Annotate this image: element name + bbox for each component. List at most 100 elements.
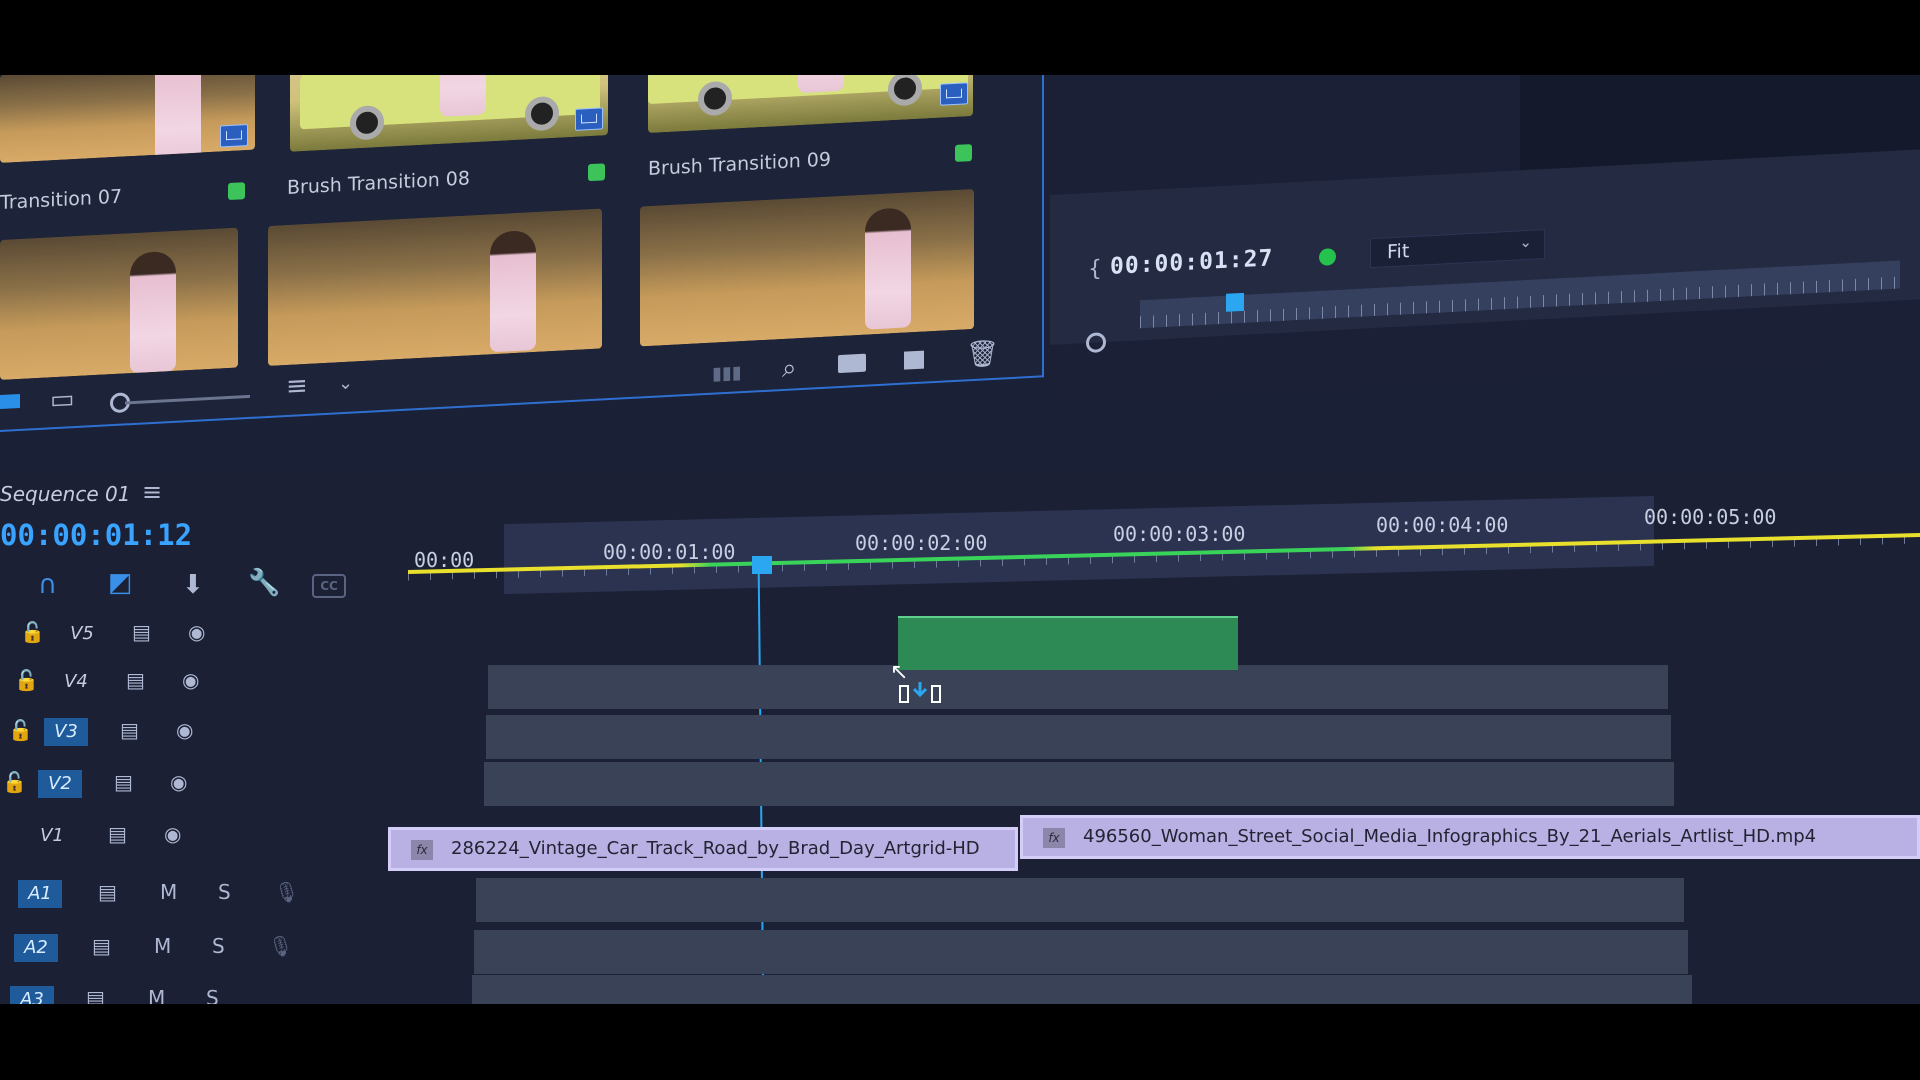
- track-label[interactable]: A1: [18, 880, 62, 908]
- sync-lock-icon[interactable]: ▤: [86, 986, 105, 1004]
- fit-zoom-value: Fit: [1387, 240, 1410, 264]
- fx-badge-icon[interactable]: fx: [411, 840, 433, 860]
- solo-button[interactable]: S: [218, 880, 231, 904]
- time-ruler[interactable]: 00:00 00:00:01:00 00:00:02:00 00:00:03:0…: [408, 470, 1920, 595]
- sync-lock-icon[interactable]: ▤: [108, 822, 127, 846]
- program-monitor: { 00:00:01:27 Fit ⌄: [1050, 75, 1920, 405]
- snap-magnet-icon[interactable]: ∩: [38, 570, 57, 600]
- person-figure: [490, 229, 536, 353]
- track-area-v2[interactable]: [484, 762, 1674, 806]
- letterbox-bottom: [0, 1004, 1920, 1080]
- track-area-a3[interactable]: [472, 975, 1692, 1004]
- program-playhead[interactable]: [1226, 292, 1244, 312]
- sync-lock-icon[interactable]: ▤: [98, 880, 117, 904]
- sort-icon[interactable]: ≡: [286, 371, 308, 402]
- microphone-icon[interactable]: 🎙: [274, 880, 299, 904]
- lock-icon[interactable]: 🔓: [2, 770, 27, 794]
- track-area-a2[interactable]: [474, 930, 1688, 974]
- track-header-v3: 🔓 V3 ▤ ◉: [0, 708, 400, 754]
- track-header-v2: 🔓 V2 ▤ ◉: [0, 760, 400, 806]
- thumbnail-label: Transition 07: [0, 185, 123, 214]
- eye-icon[interactable]: ◉: [182, 668, 199, 692]
- lock-icon[interactable]: 🔓: [8, 718, 33, 742]
- track-label[interactable]: V4: [54, 668, 98, 696]
- sequence-badge-icon: [220, 124, 248, 148]
- in-point-icon[interactable]: {: [1088, 256, 1102, 283]
- sequence-timecode[interactable]: 00:00:01:12: [0, 518, 192, 552]
- project-panel: Transition 07 Brush Transition 08 Brush …: [0, 75, 1044, 432]
- add-marker-icon[interactable]: ⬇: [182, 570, 204, 600]
- adjustment-clip[interactable]: [898, 616, 1238, 670]
- chevron-down-icon[interactable]: ⌄: [338, 370, 353, 397]
- track-header-v5: 🔓 V5 ▤ ◉: [0, 610, 400, 656]
- mute-button[interactable]: M: [154, 934, 171, 958]
- track-label[interactable]: V2: [38, 770, 82, 798]
- track-area-v4[interactable]: [488, 665, 1668, 709]
- track-label[interactable]: A2: [14, 934, 58, 962]
- new-item-icon[interactable]: [904, 350, 924, 370]
- list-view-icon[interactable]: [0, 393, 20, 409]
- track-label[interactable]: V5: [60, 620, 104, 648]
- chevron-down-icon: ⌄: [1519, 232, 1532, 252]
- panel-menu-icon[interactable]: ≡: [142, 478, 162, 506]
- sync-lock-icon[interactable]: ▤: [92, 934, 111, 958]
- thumbnail-brush-transition-08[interactable]: [290, 75, 608, 152]
- lock-icon[interactable]: 🔓: [14, 668, 39, 692]
- lock-icon[interactable]: 🔓: [20, 620, 45, 644]
- sync-lock-icon[interactable]: ▤: [126, 668, 145, 692]
- timeline-panel: Sequence 01 ≡ 00:00:01:12 ∩ ◩ ⬇ 🔧 CC 00:…: [0, 470, 1920, 1004]
- track-label[interactable]: A3: [10, 986, 54, 1004]
- track-header-v1: V1 ▤ ◉: [0, 812, 400, 858]
- sync-lock-icon[interactable]: ▤: [120, 718, 139, 742]
- freeform-view-icon[interactable]: ▭: [50, 384, 75, 415]
- person-figure: [798, 75, 844, 94]
- find-icon[interactable]: ⌕: [782, 353, 797, 384]
- ruler-timecode: 00:00:04:00: [1376, 513, 1509, 537]
- solo-button[interactable]: S: [206, 986, 219, 1004]
- eye-icon[interactable]: ◉: [164, 822, 181, 846]
- mute-button[interactable]: M: [148, 986, 165, 1004]
- sequence-badge-icon: [575, 107, 603, 131]
- eye-icon[interactable]: ◉: [170, 770, 187, 794]
- eye-icon[interactable]: ◉: [188, 620, 205, 644]
- ruler-timecode: 00:00:02:00: [855, 531, 988, 555]
- sequence-badge-icon: [940, 82, 968, 106]
- person-figure: [155, 75, 201, 163]
- ruler-timecode: 00:00:05:00: [1644, 505, 1777, 529]
- sync-lock-icon[interactable]: ▤: [132, 620, 151, 644]
- playhead-handle[interactable]: [752, 556, 772, 574]
- zoom-slider-track[interactable]: [125, 394, 250, 405]
- ruler-timecode: 00:00:03:00: [1113, 522, 1246, 546]
- track-area-a1[interactable]: [476, 878, 1684, 922]
- delete-icon[interactable]: 🗑: [966, 339, 999, 371]
- status-indicator-icon: [1319, 248, 1336, 266]
- linked-selection-icon[interactable]: ◩: [108, 568, 133, 598]
- marker-circle-icon[interactable]: [1086, 332, 1106, 354]
- track-area-v3[interactable]: [486, 715, 1671, 759]
- wrench-icon[interactable]: 🔧: [248, 568, 280, 598]
- thumbnail-item[interactable]: [640, 188, 974, 347]
- track-header-a1: A1 ▤ M S 🎙: [0, 870, 400, 916]
- captions-icon[interactable]: CC: [312, 574, 346, 598]
- track-label[interactable]: V1: [30, 822, 74, 850]
- eye-icon[interactable]: ◉: [176, 718, 193, 742]
- clip-name: 496560_Woman_Street_Social_Media_Infogra…: [1083, 826, 1817, 847]
- sequence-tab-title[interactable]: Sequence 01: [0, 482, 130, 506]
- fit-zoom-select[interactable]: Fit ⌄: [1370, 229, 1545, 269]
- clip-vintage-car[interactable]: fx 286224_Vintage_Car_Track_Road_by_Brad…: [388, 827, 1018, 871]
- track-header-v4: 🔓 V4 ▤ ◉: [0, 658, 400, 704]
- sync-lock-icon[interactable]: ▤: [114, 770, 133, 794]
- microphone-icon[interactable]: 🎙: [268, 934, 293, 958]
- thumbnail-item[interactable]: [0, 227, 238, 380]
- thumbnail-transition-07[interactable]: [0, 75, 255, 163]
- thumbnail-item[interactable]: [268, 208, 602, 366]
- new-bin-icon[interactable]: [838, 353, 866, 374]
- solo-button[interactable]: S: [212, 934, 225, 958]
- track-label[interactable]: V3: [44, 718, 88, 746]
- mute-button[interactable]: M: [160, 880, 177, 904]
- clip-woman-street[interactable]: fx 496560_Woman_Street_Social_Media_Info…: [1020, 815, 1920, 859]
- fx-badge-icon[interactable]: fx: [1043, 828, 1065, 848]
- thumbnail-brush-transition-09[interactable]: [648, 75, 973, 134]
- program-timecode[interactable]: 00:00:01:27: [1110, 245, 1273, 280]
- automate-icon[interactable]: ▮▮▮: [712, 360, 742, 388]
